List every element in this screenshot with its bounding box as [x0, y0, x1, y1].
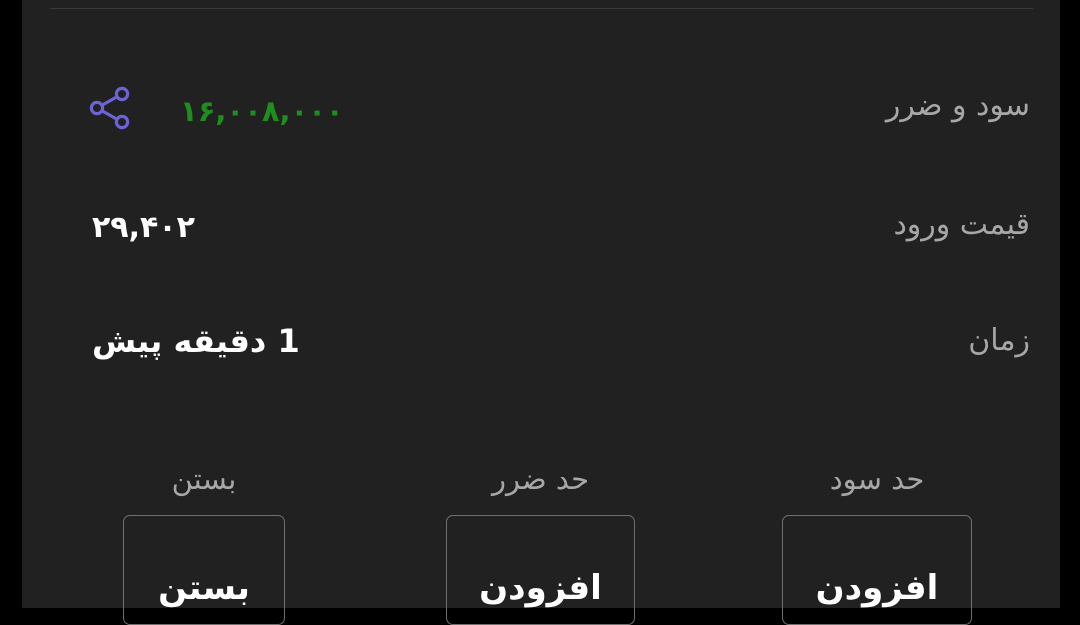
add-stop-loss-button[interactable]: افزودن	[446, 515, 635, 625]
entry-price-label: قیمت ورود	[893, 207, 1030, 242]
share-icon[interactable]	[86, 84, 134, 132]
entry-price-value: ۲۹,۴۰۲	[92, 210, 195, 245]
profit-loss-value: ۱۶,۰۰۸,۰۰۰	[180, 94, 344, 128]
time-value: 1 دقیقه پیش	[92, 322, 300, 360]
close-caption: بستن	[171, 462, 237, 496]
close-position-button[interactable]: بستن	[123, 515, 285, 625]
time-label: زمان	[968, 323, 1030, 358]
add-take-profit-button[interactable]: افزودن	[782, 515, 972, 625]
stop-loss-caption: حد ضرر	[492, 462, 589, 496]
top-divider	[50, 8, 1033, 9]
profit-loss-label: سود و ضرر	[885, 88, 1030, 123]
take-profit-caption: حد سود	[829, 462, 925, 496]
